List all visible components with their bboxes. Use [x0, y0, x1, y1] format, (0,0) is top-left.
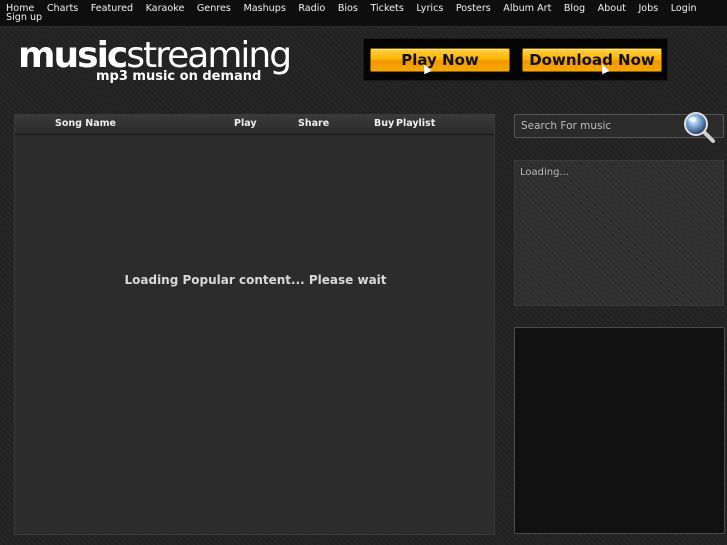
sidebar-loading-text: Loading... — [520, 167, 569, 178]
column-play[interactable]: Play — [234, 118, 257, 129]
nav-blog[interactable]: Blog — [564, 4, 585, 14]
sidebar-loading-box: Loading... — [514, 160, 724, 306]
column-share[interactable]: Share — [298, 118, 329, 129]
search-input[interactable] — [515, 115, 685, 137]
nav-genres[interactable]: Genres — [197, 4, 231, 14]
song-list-panel: Song Name Play Share Buy Playlist Loadin… — [14, 114, 495, 535]
nav-bios[interactable]: Bios — [338, 4, 358, 14]
nav-featured[interactable]: Featured — [91, 4, 133, 14]
nav-mashups[interactable]: Mashups — [243, 4, 285, 14]
download-now-button[interactable]: Download Now — [522, 48, 662, 72]
column-playlist[interactable]: Playlist — [396, 118, 435, 129]
column-song-name[interactable]: Song Name — [55, 118, 116, 129]
loading-message: Loading Popular content... Please wait — [124, 273, 387, 287]
nav-album-art[interactable]: Album Art — [503, 4, 551, 14]
nav-karaoke[interactable]: Karaoke — [146, 4, 185, 14]
logo-tagline: mp3 music on demand — [96, 69, 262, 84]
nav-posters[interactable]: Posters — [456, 4, 491, 14]
search-icon[interactable] — [682, 110, 716, 144]
site-logo[interactable]: musicstreaming mp3 music on demand — [18, 34, 292, 90]
column-buy[interactable]: Buy — [374, 118, 394, 129]
nav-jobs[interactable]: Jobs — [638, 4, 658, 14]
nav-radio[interactable]: Radio — [298, 4, 325, 14]
song-list-header: Song Name Play Share Buy Playlist — [15, 115, 494, 135]
nav-row-2: Sign up — [6, 13, 727, 23]
nav-login[interactable]: Login — [671, 4, 697, 14]
top-navigation: Home Charts Featured Karaoke Genres Mash… — [0, 0, 727, 27]
nav-tickets[interactable]: Tickets — [370, 4, 403, 14]
nav-sign-up[interactable]: Sign up — [6, 13, 42, 23]
sidebar-ad-box — [514, 327, 725, 534]
nav-charts[interactable]: Charts — [47, 4, 78, 14]
nav-lyrics[interactable]: Lyrics — [416, 4, 443, 14]
promo-banner: Play Now Download Now — [363, 38, 668, 81]
play-now-button[interactable]: Play Now — [370, 48, 510, 72]
nav-about[interactable]: About — [598, 4, 626, 14]
